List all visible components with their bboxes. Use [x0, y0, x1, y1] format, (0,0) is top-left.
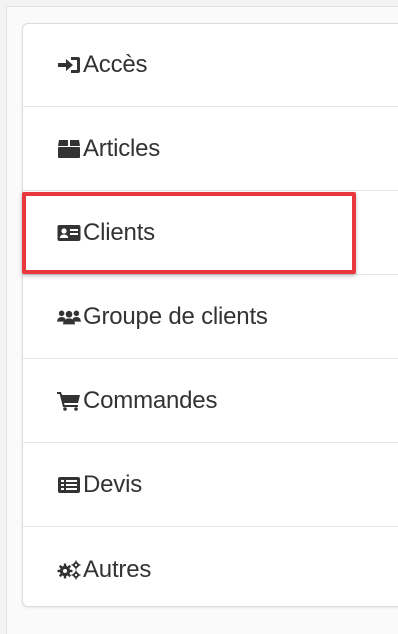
list-alt-icon: [57, 475, 81, 495]
menu-item-label: Clients: [83, 219, 155, 246]
menu-item-label: Accès: [83, 51, 148, 78]
menu-item-label: Devis: [83, 471, 143, 498]
sign-in-icon: [57, 55, 81, 75]
users-icon: [57, 307, 81, 327]
menu-item-clients[interactable]: Clients: [23, 192, 398, 275]
menu-item-devis[interactable]: Devis: [23, 444, 398, 527]
menu-item-groupe-de-clients[interactable]: Groupe de clients: [23, 276, 398, 359]
menu-item-articles[interactable]: Articles: [23, 108, 398, 191]
menu-item-label: Commandes: [83, 387, 218, 414]
shopping-cart-icon: [57, 391, 81, 411]
menu-item-autres[interactable]: Autres: [23, 528, 398, 606]
page-background: Accès Articles Clients Groupe de clients…: [0, 0, 398, 634]
menu-item-label: Articles: [83, 135, 161, 162]
side-menu: Accès Articles Clients Groupe de clients…: [22, 23, 398, 607]
menu-item-label: Groupe de clients: [83, 303, 268, 330]
id-card-icon: [57, 223, 81, 243]
gears-icon: [57, 560, 81, 580]
menu-item-label: Autres: [83, 555, 152, 583]
menu-item-acces[interactable]: Accès: [23, 24, 398, 107]
menu-item-commandes[interactable]: Commandes: [23, 360, 398, 443]
archive-box-icon: [57, 139, 81, 159]
